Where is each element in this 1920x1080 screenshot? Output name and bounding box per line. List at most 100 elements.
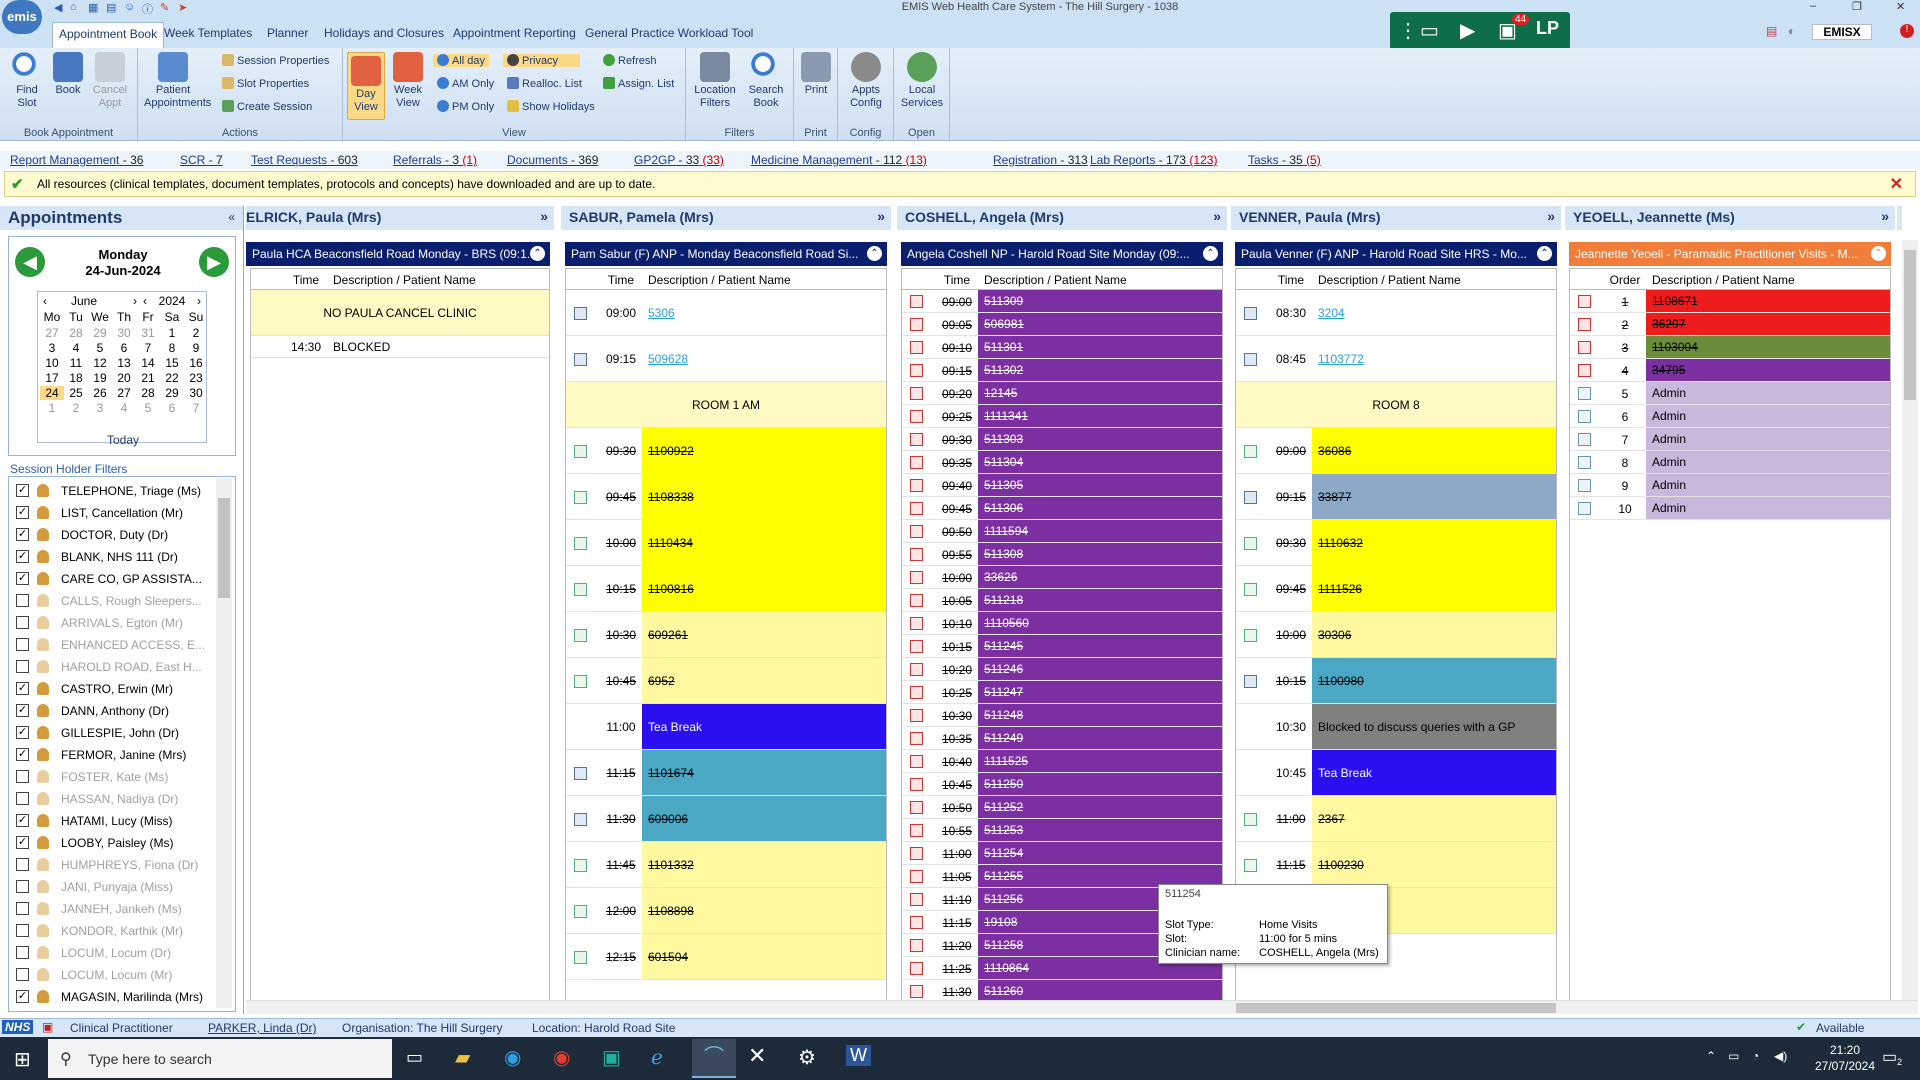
appointment-slot[interactable]: 09:45 1111526: [1236, 566, 1556, 612]
expand-column-icon[interactable]: »: [1213, 208, 1221, 224]
count-link-2[interactable]: Test Requests - 603: [251, 153, 358, 167]
appointment-slot[interactable]: 10:55 511253: [902, 819, 1222, 842]
session-holder-filter[interactable]: JANI, Punyaja (Miss): [13, 877, 213, 899]
count-link-3[interactable]: Referrals - 3 (1): [393, 153, 477, 167]
appointment-slot[interactable]: 10:00 30306: [1236, 612, 1556, 658]
pm-only-button[interactable]: PM Only: [437, 100, 494, 113]
home-icon[interactable]: ⌂: [70, 1, 77, 13]
appointment-slot[interactable]: 7 Admin: [1570, 428, 1890, 451]
appointment-slot[interactable]: 10 Admin: [1570, 497, 1890, 520]
session-holder-filter[interactable]: HAROLD ROAD, East H...: [13, 657, 213, 679]
notification-center-icon[interactable]: ▭: [1882, 1047, 1897, 1067]
emis-logo[interactable]: emis: [2, 0, 42, 34]
close-icon[interactable]: ✕: [1896, 0, 1905, 13]
filter-checkbox[interactable]: ✓: [16, 990, 29, 1003]
calendar-day[interactable]: 30: [112, 326, 136, 340]
edge-icon[interactable]: ◉: [504, 1045, 521, 1070]
appointment-slot[interactable]: 11:00 2367: [1236, 796, 1556, 842]
appointment-slot[interactable]: 10:30 609261: [566, 612, 886, 658]
collapse-session-icon[interactable]: ⌃: [1537, 246, 1552, 261]
appointment-slot[interactable]: 11:00 Tea Break: [566, 704, 886, 750]
chrome-icon[interactable]: ◉: [553, 1045, 570, 1070]
appointment-slot[interactable]: 10:00 1110434: [566, 520, 886, 566]
appointment-slot[interactable]: 10:05 511218: [902, 589, 1222, 612]
appointment-slot[interactable]: 10:30 Blocked to discuss queries with a G…: [1236, 704, 1556, 750]
filter-checkbox[interactable]: [16, 792, 29, 805]
session-header[interactable]: Paula Venner (F) ANP - Harold Road Site …: [1235, 242, 1557, 266]
slot-properties-button[interactable]: Slot Properties: [222, 77, 309, 90]
session-holder-filter[interactable]: ✓ DANN, Anthony (Dr): [13, 701, 213, 723]
filter-checkbox[interactable]: ✓: [16, 836, 29, 849]
appointment-slot[interactable]: 10:50 511252: [902, 796, 1222, 819]
appointment-slot[interactable]: 09:20 12145: [902, 382, 1222, 405]
appointment-slot[interactable]: 10:25 511247: [902, 681, 1222, 704]
appointment-slot[interactable]: 8 Admin: [1570, 451, 1890, 474]
show-holidays-button[interactable]: Show Holidays: [507, 100, 595, 113]
collapse-session-icon[interactable]: ⌃: [530, 246, 545, 261]
session-holder-filter[interactable]: ✓ GILLESPIE, John (Dr): [13, 723, 213, 745]
appointment-slot[interactable]: 09:50 1111594: [902, 520, 1222, 543]
assign-list-button[interactable]: Assign. List: [603, 77, 674, 90]
clock-time[interactable]: 21:20: [1800, 1043, 1890, 1057]
calendar-day[interactable]: 26: [88, 386, 112, 400]
calendar-day[interactable]: 23: [184, 371, 208, 385]
calendar-day[interactable]: 5: [88, 341, 112, 355]
tab-week-templates[interactable]: Week Templates: [164, 26, 252, 40]
appointment-slot[interactable]: 09:45 511306: [902, 497, 1222, 520]
wifi-icon[interactable]: ◔: [1752, 1049, 1759, 1063]
tab-holidays-and-closures[interactable]: Holidays and Closures: [324, 26, 444, 40]
filter-checkbox[interactable]: ✓: [16, 748, 29, 761]
filter-checkbox[interactable]: [16, 616, 29, 629]
calendar-day[interactable]: 2: [184, 326, 208, 340]
session-holder-filter[interactable]: LOCUM, Locum (Dr): [13, 943, 213, 965]
calendar-year[interactable]: 2024: [152, 294, 192, 308]
appointment-slot[interactable]: 10:45 6952: [566, 658, 886, 704]
alert-icon[interactable]: !: [1900, 24, 1914, 38]
user-name-link[interactable]: PARKER, Linda (Dr): [208, 1021, 316, 1035]
appointment-slot[interactable]: 09:05 506981: [902, 313, 1222, 336]
appointment-slot[interactable]: 2 36297: [1570, 313, 1890, 336]
calendar-day[interactable]: 1: [160, 326, 184, 340]
appointment-slot[interactable]: NO PAULA CANCEL CLINIC: [251, 290, 549, 336]
internet-explorer-icon[interactable]: ℯ: [651, 1045, 663, 1070]
appointment-slot[interactable]: 09:25 1111341: [902, 405, 1222, 428]
horizontal-scroll-thumb[interactable]: [1236, 1003, 1556, 1013]
restore-icon[interactable]: ❐: [1852, 0, 1862, 13]
calendar-day[interactable]: 7: [184, 401, 208, 415]
refresh-button[interactable]: Refresh: [603, 54, 657, 67]
previous-month-icon[interactable]: ‹: [40, 294, 50, 308]
appointment-slot[interactable]: 08:45 1103772: [1236, 336, 1556, 382]
filter-checkbox[interactable]: ✓: [16, 704, 29, 717]
calendar-day[interactable]: 3: [40, 341, 64, 355]
appointment-slot[interactable]: 4 34795: [1570, 359, 1890, 382]
file-explorer-icon[interactable]: ▰: [455, 1045, 470, 1070]
appointment-slot[interactable]: 11:30 609006: [566, 796, 886, 842]
session-holder-filter[interactable]: ✓ MAGASIN, Marilinda (Mrs): [13, 987, 213, 1009]
session-holder-filter[interactable]: ✓ CARE CO, GP ASSISTA...: [13, 569, 213, 591]
calendar-icon[interactable]: ▦: [88, 1, 98, 14]
calendar-day[interactable]: 13: [112, 356, 136, 370]
appointment-slot[interactable]: 09:10 511301: [902, 336, 1222, 359]
filter-checkbox[interactable]: [16, 924, 29, 937]
appointment-slot[interactable]: 10:20 511246: [902, 658, 1222, 681]
appointment-slot[interactable]: 10:15 1100816: [566, 566, 886, 612]
clinician-header[interactable]: VENNER, Paula (Mrs) »: [1231, 206, 1561, 230]
calendar-day[interactable]: 3: [88, 401, 112, 415]
count-link-5[interactable]: GP2GP - 33 (33): [634, 153, 724, 167]
calendar-day[interactable]: 18: [64, 371, 88, 385]
count-link-1[interactable]: SCR - 7: [180, 153, 223, 167]
filter-checkbox[interactable]: ✓: [16, 814, 29, 827]
session-holder-filter[interactable]: LOCUM, Locum (Mr): [13, 965, 213, 987]
book-button[interactable]: Book: [50, 52, 86, 97]
appointment-slot[interactable]: 14:30 BLOCKED: [251, 336, 549, 358]
windows-start-icon[interactable]: ⊞: [14, 1047, 31, 1072]
appointment-slot[interactable]: ROOM 8: [1236, 382, 1556, 428]
appointment-slot[interactable]: 9 Admin: [1570, 474, 1890, 497]
next-year-icon[interactable]: ›: [194, 294, 204, 308]
calendar-day[interactable]: 17: [40, 371, 64, 385]
filter-checkbox[interactable]: ✓: [16, 550, 29, 563]
appointment-slot[interactable]: 10:15 511245: [902, 635, 1222, 658]
appointment-slot[interactable]: 10:45 Tea Break: [1236, 750, 1556, 796]
calendar-day[interactable]: 21: [136, 371, 160, 385]
appointment-slot[interactable]: 09:15 33877: [1236, 474, 1556, 520]
